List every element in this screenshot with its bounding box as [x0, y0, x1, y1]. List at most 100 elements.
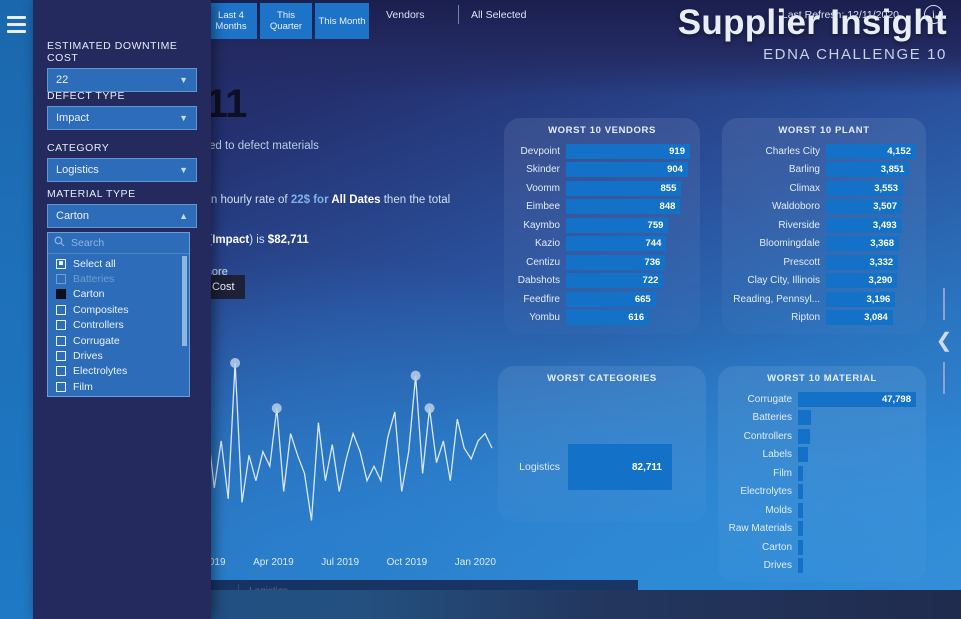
table-row[interactable]: Raw Materials — [718, 520, 926, 539]
dropdown-item-list[interactable]: Select all Batteries Carton Composites Contr… — [48, 254, 189, 396]
peak-marker[interactable] — [230, 358, 241, 368]
table-row[interactable]: Dabshots 722 — [504, 272, 700, 291]
bar[interactable]: 3,290 — [826, 273, 898, 289]
bar[interactable]: 82,711 — [568, 444, 672, 490]
this-quarter-button[interactable]: This Quarter — [260, 3, 312, 39]
info-icon[interactable]: i — [924, 5, 943, 24]
chevron-down-icon[interactable]: ▼ — [179, 75, 188, 85]
list-item[interactable]: Batteries — [48, 271, 189, 286]
bar[interactable] — [798, 558, 803, 574]
table-row[interactable]: Ripton 3,084 — [722, 309, 926, 328]
bar[interactable]: 3,851 — [826, 162, 910, 178]
dropdown-scrollbar[interactable] — [182, 256, 187, 346]
table-row[interactable]: Devpoint 919 — [504, 142, 700, 161]
bar[interactable]: 848 — [566, 199, 681, 215]
worst-categories-card[interactable]: WORST CATEGORIES Logistics 82,711 — [498, 366, 706, 522]
table-row[interactable]: Kazio 744 — [504, 235, 700, 254]
bar[interactable]: 904 — [566, 162, 688, 178]
peak-marker[interactable] — [271, 403, 282, 414]
list-item[interactable]: Drives — [48, 348, 189, 363]
bar[interactable] — [798, 447, 809, 463]
table-row[interactable]: Centizu 736 — [504, 253, 700, 272]
checkbox-icon[interactable] — [56, 304, 66, 315]
bar[interactable]: 3,553 — [826, 180, 904, 196]
table-row[interactable]: Feedfire 665 — [504, 290, 700, 309]
worst-10-vendors-card[interactable]: WORST 10 VENDORS Devpoint 919 Skinder 904 Vo… — [504, 118, 700, 334]
peak-marker[interactable] — [410, 370, 421, 381]
bar[interactable] — [798, 484, 803, 500]
table-row[interactable]: Climax 3,553 — [722, 179, 926, 198]
bar[interactable]: 855 — [566, 180, 682, 196]
bar[interactable]: 736 — [566, 254, 666, 270]
table-row[interactable]: Batteries — [718, 409, 926, 428]
table-row[interactable]: Carton — [718, 538, 926, 557]
list-item[interactable]: Controllers — [48, 318, 189, 333]
table-row[interactable]: Eimbee 848 — [504, 198, 700, 217]
collapse-panel-button[interactable]: ❮ — [933, 288, 955, 394]
bar[interactable] — [798, 539, 803, 555]
defect-type-select[interactable]: Impact ▼ — [47, 106, 197, 130]
list-item[interactable]: Film — [48, 379, 189, 394]
bar[interactable]: 616 — [566, 310, 650, 326]
category-select[interactable]: Logistics ▼ — [47, 158, 197, 182]
chevron-left-icon[interactable]: ❮ — [936, 331, 953, 351]
bar[interactable]: 3,507 — [826, 199, 903, 215]
worst-10-plant-card[interactable]: WORST 10 PLANT Charles City 4,152 Barling 3… — [722, 118, 926, 334]
table-row[interactable]: Logistics 82,711 — [498, 444, 706, 490]
bar[interactable]: 3,332 — [826, 254, 899, 270]
table-row[interactable]: Skinder 904 — [504, 161, 700, 180]
chevron-up-icon[interactable]: ▲ — [179, 211, 188, 221]
dropdown-search-row[interactable]: Search — [48, 233, 189, 254]
checkbox-icon[interactable] — [56, 366, 66, 377]
list-item[interactable]: Corrugate — [48, 333, 189, 348]
bar[interactable]: 3,084 — [826, 310, 893, 326]
chevron-down-icon[interactable]: ▼ — [179, 165, 188, 175]
bar[interactable] — [798, 410, 812, 426]
checkbox-icon[interactable] — [56, 289, 66, 300]
table-row[interactable]: Kaymbo 759 — [504, 216, 700, 235]
bar[interactable]: 744 — [566, 236, 667, 252]
list-item[interactable]: Select all — [48, 256, 189, 271]
table-row[interactable]: Electrolytes — [718, 483, 926, 502]
checkbox-icon[interactable] — [56, 381, 66, 392]
chevron-down-icon[interactable]: ▼ — [179, 113, 188, 123]
table-row[interactable]: Charles City 4,152 — [722, 142, 926, 161]
material-type-dropdown[interactable]: Search Select all Batteries Carton Composit… — [47, 232, 190, 397]
checkbox-icon[interactable] — [56, 274, 66, 285]
bar[interactable]: 919 — [566, 143, 690, 159]
estimated-downtime-cost-select[interactable]: 22 ▼ — [47, 68, 197, 92]
table-row[interactable]: Molds — [718, 501, 926, 520]
bar[interactable] — [798, 465, 804, 481]
last-4-months-button[interactable]: Last 4 Months — [205, 3, 257, 39]
table-row[interactable]: Riverside 3,493 — [722, 216, 926, 235]
table-row[interactable]: Clay City, Illinois 3,290 — [722, 272, 926, 291]
table-row[interactable]: Corrugate 47,798 — [718, 390, 926, 409]
bar[interactable]: 3,368 — [826, 236, 899, 252]
search-input[interactable]: Search — [71, 237, 104, 249]
table-row[interactable]: Prescott 3,332 — [722, 253, 926, 272]
table-row[interactable]: Reading, Pennsyl... 3,196 — [722, 290, 926, 309]
hamburger-menu-icon[interactable] — [7, 16, 26, 37]
list-item[interactable]: Molds — [48, 395, 189, 396]
bar[interactable]: 665 — [566, 291, 656, 307]
table-row[interactable]: Film — [718, 464, 926, 483]
table-row[interactable]: Voomm 855 — [504, 179, 700, 198]
list-item[interactable]: Carton — [48, 287, 189, 302]
this-month-button[interactable]: This Month — [315, 3, 369, 39]
bar[interactable] — [798, 521, 803, 537]
table-row[interactable]: Barling 3,851 — [722, 161, 926, 180]
bar[interactable]: 759 — [566, 217, 669, 233]
list-item[interactable]: Composites — [48, 302, 189, 317]
table-row[interactable]: Drives — [718, 557, 926, 576]
bar[interactable] — [798, 502, 803, 518]
bar[interactable]: 3,493 — [826, 217, 902, 233]
table-row[interactable]: Yombu 616 — [504, 309, 700, 328]
material-type-select[interactable]: Carton ▲ — [47, 204, 197, 228]
worst-10-material-card[interactable]: WORST 10 MATERIAL Corrugate 47,798 Batteri… — [718, 366, 926, 582]
bar[interactable] — [798, 428, 811, 444]
list-item[interactable]: Electrolytes — [48, 364, 189, 379]
bar[interactable]: 722 — [566, 273, 664, 289]
peak-marker[interactable] — [424, 403, 435, 414]
bar[interactable]: 3,196 — [826, 291, 896, 307]
table-row[interactable]: Controllers — [718, 427, 926, 446]
